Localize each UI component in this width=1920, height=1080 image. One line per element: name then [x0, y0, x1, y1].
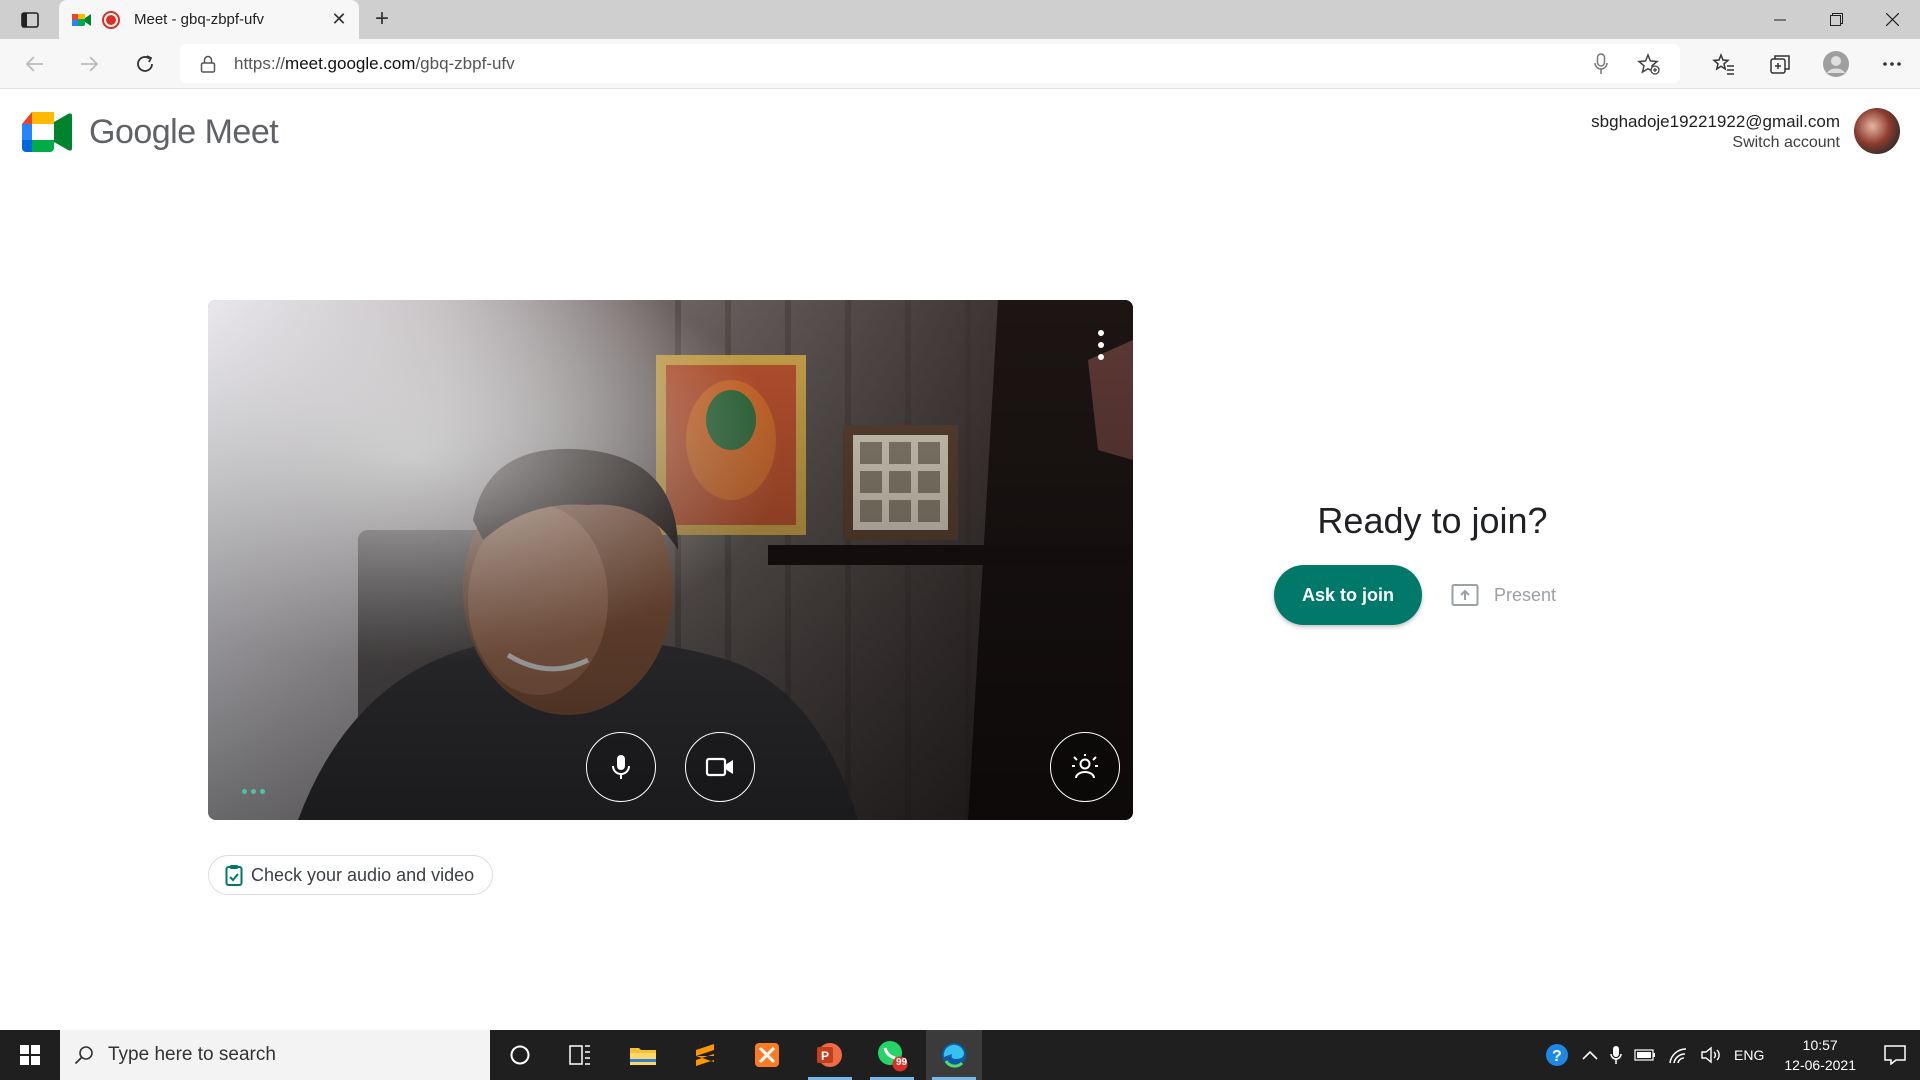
account-info: sbghadoje19221922@gmail.com Switch accou…	[1591, 111, 1840, 153]
collections-icon[interactable]	[1752, 44, 1808, 84]
forward-icon[interactable]	[72, 48, 106, 80]
close-icon[interactable]: ✕	[325, 6, 353, 34]
address-bar[interactable]: https://meet.google.com/gbq-zbpf-ufv	[180, 44, 1680, 83]
sublime-icon[interactable]	[677, 1030, 733, 1080]
close-window-button[interactable]	[1864, 0, 1920, 39]
meet-logo-icon	[22, 112, 72, 152]
volume-icon[interactable]	[1694, 1030, 1728, 1080]
switch-account-link[interactable]: Switch account	[1591, 132, 1840, 153]
google-meet-logo[interactable]: Google Meet	[22, 112, 279, 152]
taskbar-search-box[interactable]: Type here to search	[60, 1030, 490, 1080]
search-placeholder: Type here to search	[108, 1044, 276, 1065]
svg-text:P: P	[821, 1049, 829, 1063]
more-options-icon[interactable]	[1095, 330, 1107, 360]
xampp-icon[interactable]	[739, 1030, 795, 1080]
svg-text:?: ?	[1552, 1048, 1562, 1065]
audio-level-indicator	[242, 789, 265, 794]
lock-icon[interactable]	[198, 54, 218, 74]
tab-actions-icon[interactable]	[14, 8, 46, 32]
favorites-icon[interactable]	[1696, 44, 1752, 84]
effects-icon	[1072, 754, 1098, 779]
checklist-icon	[223, 864, 245, 886]
window-controls	[1752, 0, 1920, 39]
back-icon[interactable]	[18, 48, 52, 80]
cortana-icon[interactable]	[492, 1030, 548, 1080]
task-view-icon[interactable]	[552, 1030, 608, 1080]
whatsapp-badge: 99	[896, 1057, 908, 1068]
battery-icon[interactable]	[1628, 1030, 1662, 1080]
url-text[interactable]: https://meet.google.com/gbq-zbpf-ufv	[234, 54, 1584, 74]
chevron-up-icon[interactable]	[1576, 1030, 1604, 1080]
check-audio-video-label: Check your audio and video	[251, 864, 475, 885]
tab-title: Meet - gbq-zbpf-ufv	[134, 11, 265, 28]
check-audio-video-button[interactable]: Check your audio and video	[208, 855, 494, 895]
url-prefix: https://	[234, 53, 286, 73]
system-tray: ? ENG 10:57 12-06-2021	[1538, 1030, 1920, 1080]
clock-time: 10:57	[1802, 1037, 1838, 1053]
microphone-toggle-button[interactable]	[586, 732, 656, 802]
browser-tab-meet[interactable]: Meet - gbq-zbpf-ufv ✕	[59, 0, 359, 39]
minimize-button[interactable]	[1752, 0, 1808, 39]
help-icon[interactable]: ?	[1538, 1030, 1576, 1080]
notification-icon[interactable]	[1870, 1030, 1920, 1080]
profile-icon[interactable]	[1808, 44, 1864, 84]
present-button[interactable]: Present	[1450, 575, 1556, 615]
mic-icon[interactable]	[1584, 47, 1618, 81]
refresh-icon[interactable]	[128, 48, 162, 80]
present-label: Present	[1494, 584, 1557, 605]
language-indicator[interactable]: ENG	[1728, 1030, 1770, 1080]
mic-icon[interactable]	[1604, 1030, 1628, 1080]
wifi-icon[interactable]	[1662, 1030, 1694, 1080]
more-icon[interactable]	[1864, 44, 1920, 84]
clock[interactable]: 10:57 12-06-2021	[1770, 1035, 1870, 1075]
file-explorer-icon[interactable]	[615, 1030, 671, 1080]
camera-feed-image	[208, 300, 1133, 820]
whatsapp-icon[interactable]: 99	[864, 1030, 920, 1080]
clock-date: 12-06-2021	[1784, 1057, 1856, 1073]
powerpoint-icon[interactable]: P	[802, 1030, 858, 1080]
present-icon	[1450, 582, 1480, 608]
ask-to-join-button[interactable]: Ask to join	[1274, 565, 1422, 625]
video-preview	[208, 300, 1133, 820]
windows-start-icon[interactable]	[0, 1030, 60, 1080]
ready-to-join-heading: Ready to join?	[1317, 500, 1548, 541]
url-path: /gbq-zbpf-ufv	[415, 53, 515, 73]
meet-favicon	[72, 13, 91, 26]
browser-toolbar: https://meet.google.com/gbq-zbpf-ufv	[0, 39, 1920, 89]
avatar[interactable]	[1854, 108, 1900, 154]
meet-logo-text: Google Meet	[89, 112, 279, 151]
recording-icon	[102, 10, 120, 29]
camera-toggle-button[interactable]	[685, 732, 755, 802]
new-tab-button[interactable]: +	[368, 6, 396, 34]
mic-icon	[612, 755, 630, 779]
windows-taskbar: Type here to search P 99 ? ENG 10:57 12-…	[0, 1030, 1920, 1080]
browser-tab-bar: Meet - gbq-zbpf-ufv ✕ +	[0, 0, 1920, 39]
restore-button[interactable]	[1808, 0, 1864, 39]
add-favorite-icon[interactable]	[1632, 47, 1666, 81]
edge-icon[interactable]	[926, 1030, 982, 1080]
account-email: sbghadoje19221922@gmail.com	[1591, 112, 1840, 131]
visual-effects-button[interactable]	[1050, 732, 1120, 802]
search-icon	[74, 1046, 93, 1065]
url-host: meet.google.com	[285, 53, 416, 73]
camera-icon	[705, 757, 733, 777]
